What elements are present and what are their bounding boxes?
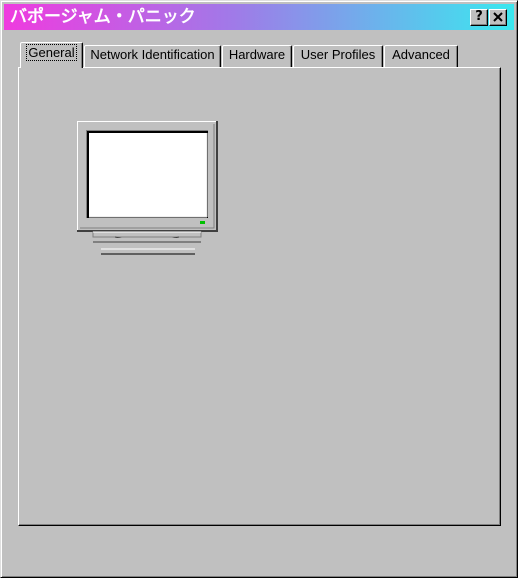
close-icon bbox=[493, 12, 503, 22]
computer-monitor-icon bbox=[77, 121, 218, 255]
title-bar[interactable]: バポージャム・パニック ? bbox=[4, 4, 514, 30]
tab-general[interactable]: General bbox=[20, 42, 83, 68]
tab-network-identification[interactable]: Network Identification bbox=[84, 45, 221, 67]
tab-user-profiles[interactable]: User Profiles bbox=[293, 45, 383, 67]
help-button[interactable]: ? bbox=[470, 9, 488, 26]
tab-advanced-label: Advanced bbox=[392, 47, 450, 62]
tab-hardware[interactable]: Hardware bbox=[222, 45, 292, 67]
window-title: バポージャム・パニック bbox=[10, 7, 196, 27]
system-properties-window: バポージャム・パニック ? General Network Identifica… bbox=[0, 0, 518, 578]
tab-strip: General Network Identification Hardware … bbox=[18, 42, 498, 68]
tab-general-label: General bbox=[26, 44, 77, 61]
tab-user-profiles-label: User Profiles bbox=[300, 47, 376, 62]
tab-network-identification-label: Network Identification bbox=[90, 47, 215, 62]
close-button[interactable] bbox=[489, 9, 507, 26]
tab-hardware-label: Hardware bbox=[228, 47, 286, 62]
tab-advanced[interactable]: Advanced bbox=[384, 45, 458, 67]
general-tab-panel bbox=[18, 67, 501, 526]
